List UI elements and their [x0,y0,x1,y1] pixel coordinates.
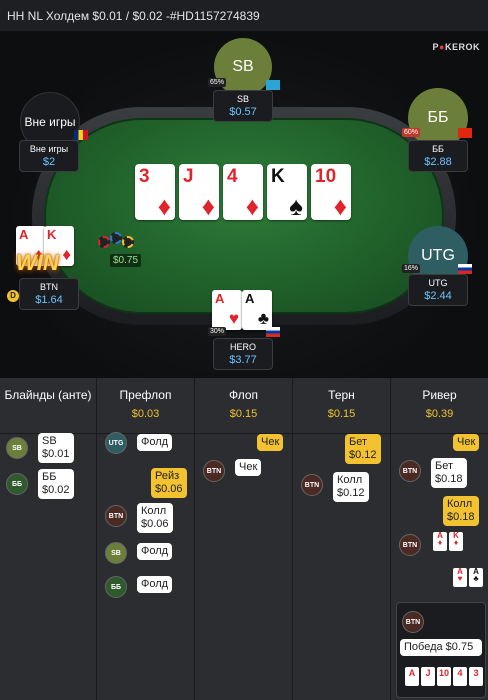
action-bubble: Чек [235,459,262,476]
hero-nameplate[interactable]: HERO $3.77 [213,338,273,370]
hk-flag-icon [458,128,472,138]
action-bubble: ББ $0.02 [38,469,74,499]
history-column-preflop: Префлоп $0.03 UTG Фолд Рейз $0.06 BTN Кол… [97,378,195,700]
hero-name: HERO [229,342,256,352]
utg-name: UTG [428,278,448,288]
hero-hole-card: A ♣ [242,290,272,330]
board-card: J ♦ [179,164,219,220]
history-column-blinds: Блайнды (анте) SB SB $0.01 ББ ББ $0.02 [0,378,97,700]
bb-equity-badge: 60% [402,128,421,137]
ro-flag-icon [74,130,88,140]
column-header: Терн $0.15 [293,388,390,434]
hand-history-panel: Блайнды (анте) SB SB $0.01 ББ ББ $0.02 Пре… [0,378,488,700]
hero-action-bubble: Бет $0.12 [345,434,381,464]
board-card: 10 ♦ [311,164,351,220]
shown-card: A ♦ [433,532,447,551]
position-badge-btn: BTN [399,534,421,556]
hand-title: HH NL Холдем $0.01 / $0.02 -#HD115727483… [7,9,260,23]
shown-card: K ♦ [449,532,463,551]
bb-nameplate[interactable]: ББ $2.88 [408,140,468,172]
win-card: A [405,667,419,686]
action-bubble: Колл $0.06 [137,503,173,533]
ru-flag-icon [266,327,280,337]
sb-name: SB [236,94,249,104]
hero-action-bubble: Рейз $0.06 [151,468,187,498]
ru-flag-icon [458,264,472,274]
board-card: 4 ♦ [223,164,263,220]
position-badge-btn: BTN [399,460,421,482]
win-badge: WIN [16,250,59,275]
column-header: Префлоп $0.03 [97,388,194,434]
win-card: 3 [469,667,483,686]
action-bubble: SB $0.01 [38,433,74,463]
column-header: Блайнды (анте) [0,388,96,434]
position-badge-utg: UTG [105,432,127,454]
win-card: 10 [437,667,451,686]
sb-avatar[interactable]: SB [214,38,272,96]
history-column-turn: Терн $0.15 Бет $0.12 BTN Колл $0.12 [293,378,391,700]
hero-action-bubble: Чек [257,434,284,451]
history-column-flop: Флоп $0.15 Чек BTN Чек [195,378,293,700]
position-badge-btn: BTN [402,611,424,633]
shown-card: A ♥ [453,568,467,587]
bb-stack: $2.88 [424,156,452,168]
hero-action-bubble: Чек [453,434,480,451]
out-nameplate[interactable]: Вне игры $2 [19,140,79,172]
kz-flag-icon [266,80,280,90]
title-bar: HH NL Холдем $0.01 / $0.02 -#HD115727483… [0,0,488,32]
sb-equity-badge: 65% [208,78,227,87]
pokerok-logo: P●KEROK [432,42,480,52]
sb-stack: $0.57 [229,106,257,118]
bb-avatar[interactable]: ББ [408,88,468,148]
column-header: Ривер $0.39 [391,388,488,434]
action-bubble: Фолд [137,576,173,593]
position-badge-sb: SB [6,437,28,459]
hero-action-bubble: Колл $0.18 [443,496,479,526]
hero-stack: $3.77 [229,354,257,366]
hero-hole-card: A ♥ [212,290,242,330]
win-card: J [421,667,435,686]
position-badge-btn: BTN [203,460,225,482]
win-card: 4 [453,667,467,686]
position-badge-btn: BTN [105,505,127,527]
position-badge-bb: ББ [6,473,28,495]
action-bubble: Фолд [137,543,173,560]
btn-stack: $1.64 [35,294,63,306]
poker-table-area: P●KEROK 3 ♦ J ♦ 4 ♦ K ♠ 10 ♦ SB 65% SB $0.57 … [0,32,488,378]
position-badge-bb: ББ [105,576,127,598]
bb-name: ББ [432,144,444,154]
action-bubble: Колл $0.12 [333,472,369,502]
position-badge-sb: SB [105,542,127,564]
utg-stack: $2.44 [424,290,452,302]
winner-summary: BTN Победа $0.75 A J 10 4 3 [396,602,486,698]
action-bubble: Бет $0.18 [431,458,467,488]
utg-equity-badge: 16% [402,264,421,273]
out-stack: $2 [42,156,56,168]
position-badge-btn: BTN [301,474,323,496]
board-card: 3 ♦ [135,164,175,220]
column-header: Флоп $0.15 [195,388,292,434]
btn-nameplate[interactable]: BTN $1.64 [19,278,79,310]
utg-nameplate[interactable]: UTG $2.44 [408,274,468,306]
out-name: Вне игры [29,144,69,154]
win-amount-bubble: Победа $0.75 [400,639,482,656]
dealer-button-icon: D [7,290,19,302]
hero-equity-badge: 30% [208,327,227,336]
btn-name: BTN [40,282,58,292]
board-card: K ♠ [267,164,307,220]
action-bubble: Фолд [137,434,173,451]
shown-card: A ♣ [469,568,483,587]
sb-nameplate[interactable]: SB $0.57 [213,90,273,122]
btn-bet-amount: $0.75 [110,254,142,267]
